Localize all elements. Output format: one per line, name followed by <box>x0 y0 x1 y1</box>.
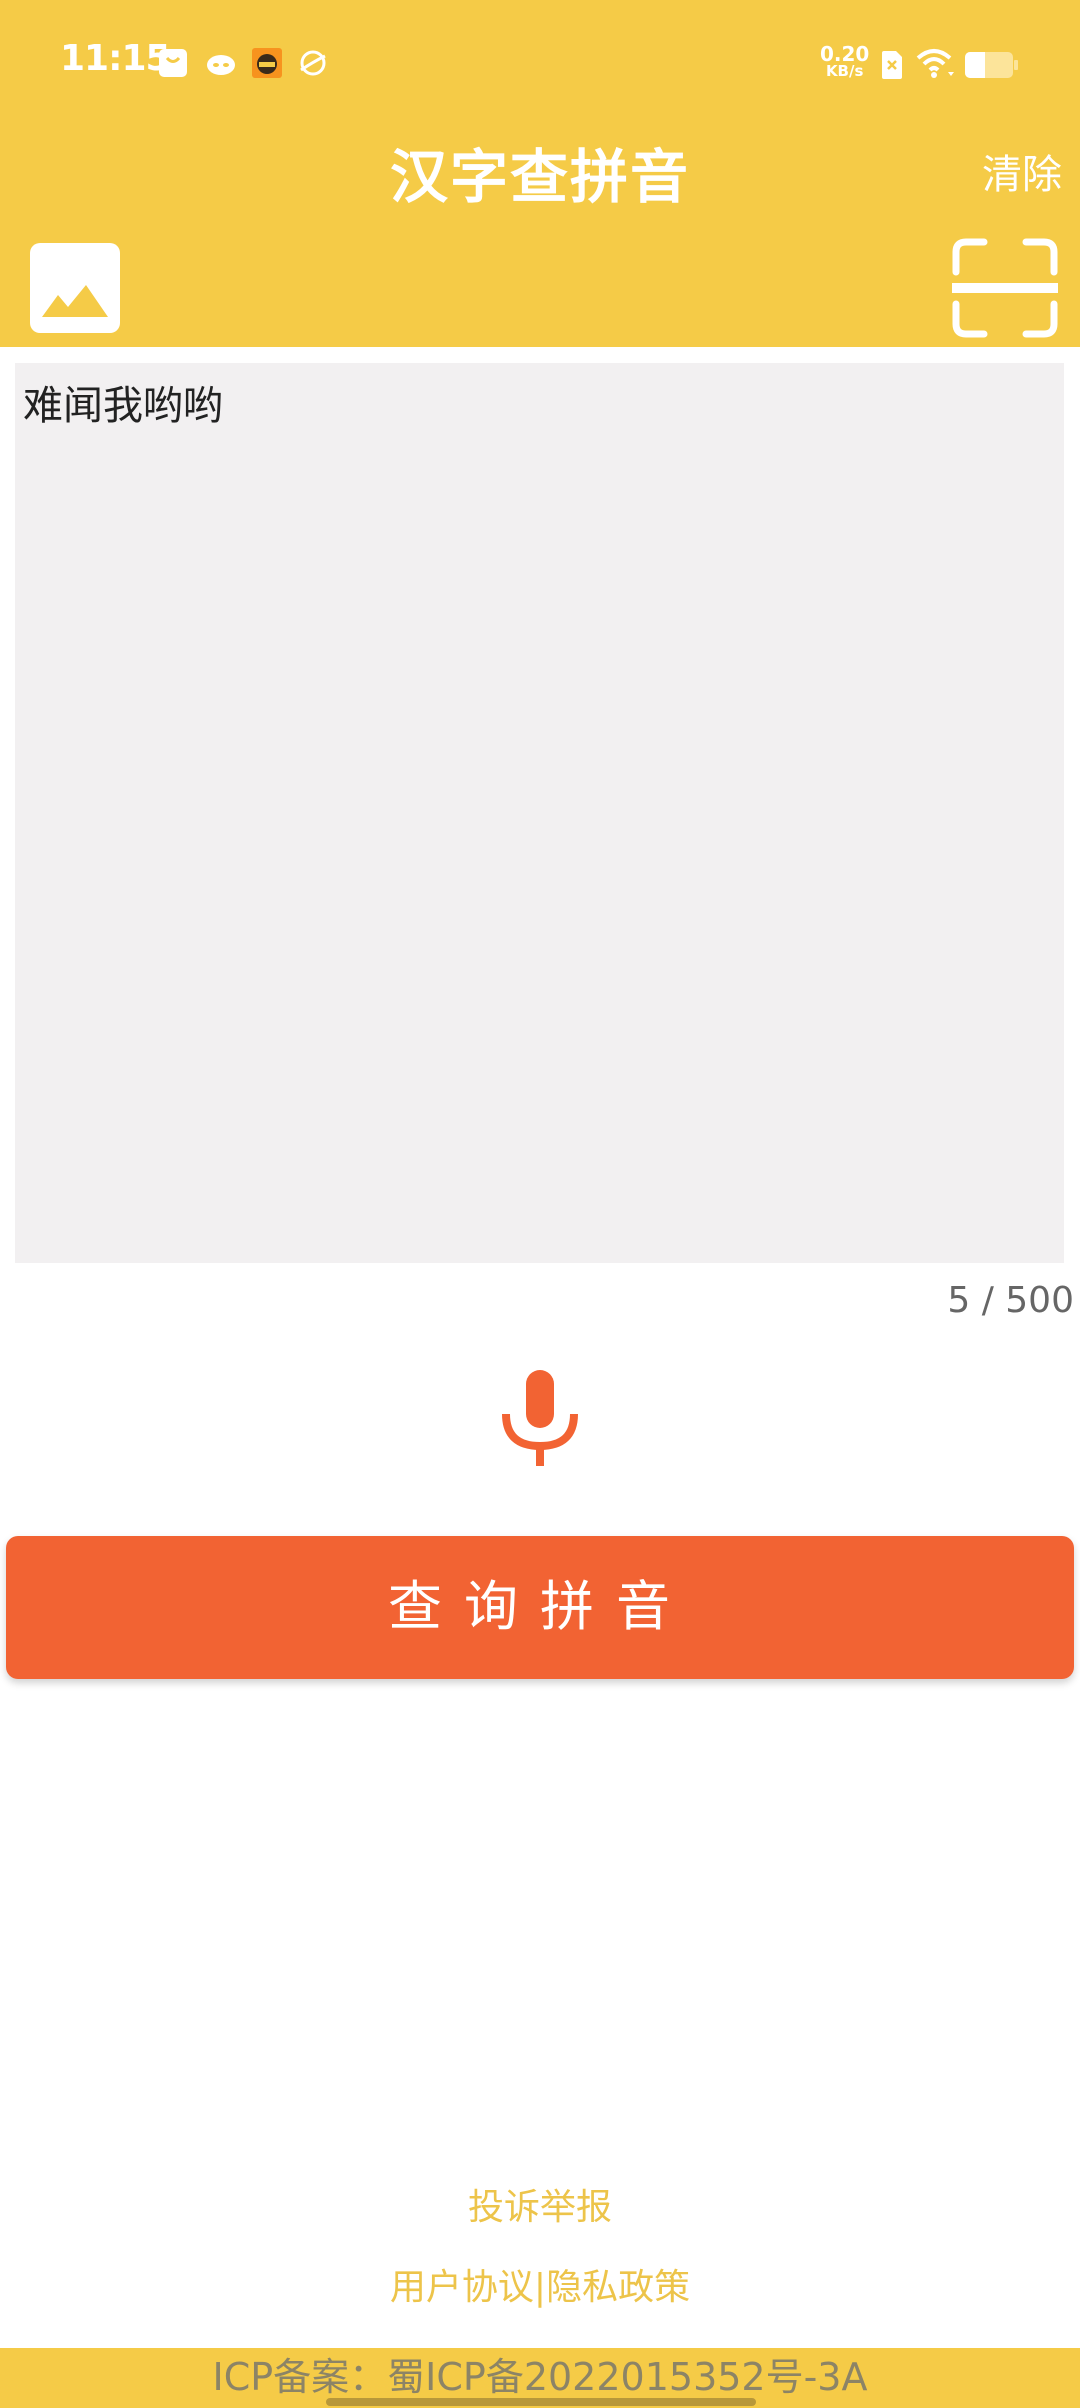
shopping-bag-icon <box>159 49 187 77</box>
voice-input-button[interactable] <box>500 1368 580 1468</box>
status-time: 11:15 <box>60 38 171 79</box>
text-input-container <box>15 363 1064 1263</box>
char-counter: 5 / 500 <box>947 1280 1074 1321</box>
app-header: 11:15 0.20 KB/s 汉字查拼音 清除 <box>0 0 1080 347</box>
image-icon <box>30 243 120 333</box>
scan-button[interactable] <box>952 236 1058 340</box>
wifi-icon <box>916 49 954 78</box>
planet-browser-icon <box>300 50 326 76</box>
home-indicator[interactable] <box>326 2398 756 2406</box>
page-title: 汉字查拼音 <box>389 143 690 211</box>
network-speed-value: 0.20 <box>820 42 870 66</box>
icp-text[interactable]: ICP备案：蜀ICP备2022015352号-3A <box>213 2355 868 2399</box>
legal-links: 用户协议|隐私政策 <box>0 2258 1080 2310</box>
privacy-policy-link[interactable]: 隐私政策 <box>546 2267 690 2308</box>
image-picker-button[interactable] <box>30 243 120 333</box>
scan-icon <box>952 238 1058 338</box>
network-speed-unit: KB/s <box>825 62 864 80</box>
chinese-text-input[interactable] <box>15 363 1064 1263</box>
no-sim-icon <box>882 51 902 79</box>
network-speed: 0.20 KB/s <box>820 44 869 79</box>
clear-button[interactable]: 清除 <box>982 142 1062 200</box>
report-link[interactable]: 投诉举报 <box>0 2178 1080 2230</box>
battery-icon <box>965 52 1018 78</box>
game-monkey-icon <box>252 48 282 78</box>
cat-app-icon <box>207 55 235 75</box>
microphone-icon <box>502 1370 578 1466</box>
user-agreement-link[interactable]: 用户协议 <box>390 2267 534 2308</box>
query-pinyin-button[interactable]: 查询拼音 <box>6 1536 1074 1679</box>
link-separator: | <box>533 2267 547 2308</box>
